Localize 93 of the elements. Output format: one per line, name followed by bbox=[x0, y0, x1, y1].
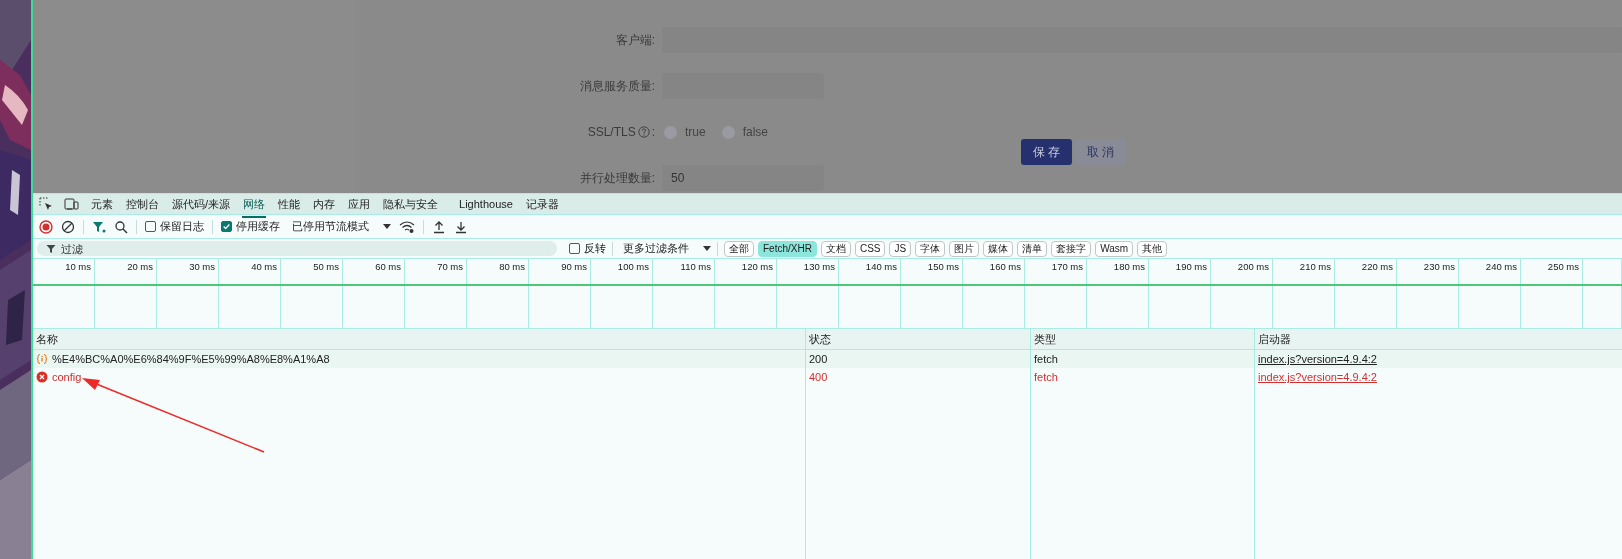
tick-label: 30 ms bbox=[189, 261, 215, 272]
tick-label: 10 ms bbox=[65, 261, 91, 272]
type-filter-chip[interactable]: 文档 bbox=[820, 240, 851, 257]
request-type: fetch bbox=[1034, 353, 1058, 365]
devtools-tab[interactable]: 隐私与安全 bbox=[382, 192, 440, 218]
type-filter-chip[interactable]: 媒体 bbox=[983, 240, 1014, 257]
initiator-link[interactable]: index.js?version=4.9.4:2 bbox=[1258, 371, 1377, 383]
tick-label: 110 ms bbox=[680, 261, 711, 272]
checkbox[interactable] bbox=[569, 243, 580, 254]
tick-label: 20 ms bbox=[127, 261, 153, 272]
type-filter-chip[interactable]: CSS bbox=[854, 240, 886, 257]
type-filter-chip[interactable]: Wasm bbox=[1095, 240, 1134, 257]
tick-label: 140 ms bbox=[865, 261, 897, 272]
caret-icon bbox=[703, 245, 711, 252]
caret-icon bbox=[383, 223, 391, 230]
status-code: 200 bbox=[809, 353, 828, 365]
search-icon[interactable] bbox=[114, 219, 128, 234]
tick-label: 70 ms bbox=[437, 261, 463, 272]
type-filter-chip[interactable]: 字体 bbox=[915, 240, 946, 257]
radio-label: true bbox=[685, 125, 706, 139]
field-label: : bbox=[651, 125, 655, 139]
devtools-tab[interactable]: 元素 bbox=[90, 192, 114, 218]
column-header[interactable]: 名称 bbox=[36, 331, 58, 347]
field-label: 并行处理数量: bbox=[579, 169, 655, 187]
more-filters-dropdown[interactable]: 更多过滤条件 bbox=[623, 241, 711, 256]
field-label: 消息服务质量: bbox=[579, 77, 655, 95]
radio-button[interactable] bbox=[721, 125, 735, 139]
checkbox-label: 停用缓存 bbox=[236, 219, 280, 234]
tick-label: 160 ms bbox=[989, 261, 1021, 272]
request-name[interactable]: %E4%BC%A0%E6%84%9F%E5%99%A8%E8%A1%A8 bbox=[52, 353, 330, 365]
tick-label: 130 ms bbox=[803, 261, 835, 272]
tick-label: 40 ms bbox=[251, 261, 277, 272]
tick-label: 100 ms bbox=[617, 261, 649, 272]
type-filter-chip[interactable]: 清单 bbox=[1017, 240, 1048, 257]
filter-field[interactable]: 过滤 bbox=[37, 241, 557, 256]
tick-label: 240 ms bbox=[1485, 261, 1517, 272]
tick-label: 220 ms bbox=[1361, 261, 1393, 272]
tick-label: 180 ms bbox=[1113, 261, 1145, 272]
radio-label: false bbox=[742, 125, 769, 139]
record-icon[interactable] bbox=[39, 219, 53, 234]
devtools-tab[interactable]: 记录器 bbox=[524, 192, 560, 218]
tick-label: 90 ms bbox=[561, 261, 587, 272]
tick-label: 80 ms bbox=[499, 261, 525, 272]
radio-button[interactable] bbox=[664, 125, 677, 139]
tick-label: 250 ms bbox=[1547, 261, 1579, 272]
type-filter-chip[interactable]: 全部 bbox=[724, 240, 754, 257]
tick-label: 150 ms bbox=[927, 261, 959, 272]
tick-label: 210 ms bbox=[1299, 261, 1331, 272]
tick-label: 60 ms bbox=[375, 261, 401, 272]
tick-label: 120 ms bbox=[741, 261, 773, 272]
devtools-tab[interactable]: 应用 bbox=[347, 192, 372, 218]
type-filter-chip[interactable]: 其他 bbox=[1137, 240, 1168, 257]
column-header[interactable]: 状态 bbox=[809, 331, 831, 347]
tick-label: 170 ms bbox=[1051, 261, 1083, 272]
help-icon[interactable] bbox=[637, 126, 650, 138]
column-header[interactable]: 类型 bbox=[1034, 331, 1056, 347]
checkbox-label: 反转 bbox=[584, 241, 606, 256]
field-label: SSL/TLS bbox=[587, 125, 636, 139]
request-type: fetch bbox=[1034, 371, 1058, 383]
checkbox[interactable] bbox=[221, 221, 232, 232]
type-filter-chip[interactable]: JS bbox=[889, 240, 912, 257]
column-header[interactable]: 启动器 bbox=[1258, 331, 1291, 347]
network-conditions-icon[interactable] bbox=[399, 219, 415, 234]
status-code: 400 bbox=[809, 371, 828, 383]
devtools-tab[interactable]: 控制台 bbox=[125, 192, 160, 218]
devtools-tab[interactable]: Lighthouse bbox=[458, 194, 514, 216]
filter-icon bbox=[46, 244, 56, 254]
type-filter-chip[interactable]: Fetch/XHR bbox=[758, 240, 817, 257]
type-filter-chip[interactable]: 图片 bbox=[949, 240, 980, 257]
save-button[interactable]: 保 存 bbox=[1021, 139, 1072, 165]
tick-label: 200 ms bbox=[1237, 261, 1269, 272]
clear-icon[interactable] bbox=[61, 219, 75, 234]
checkbox-label: 保留日志 bbox=[160, 219, 204, 234]
device-toolbar-icon[interactable] bbox=[64, 197, 79, 211]
initiator-link[interactable]: index.js?version=4.9.4:2 bbox=[1258, 353, 1377, 365]
throttling-dropdown[interactable]: 已停用节流模式 bbox=[292, 219, 391, 234]
tick-label: 50 ms bbox=[313, 261, 339, 272]
field-label: 客户端: bbox=[615, 31, 655, 49]
devtools-tab[interactable]: 网络 bbox=[242, 192, 267, 218]
inspect-icon[interactable] bbox=[39, 197, 53, 211]
upload-icon[interactable] bbox=[432, 219, 446, 234]
devtools-tab[interactable]: 性能 bbox=[277, 192, 302, 218]
devtools-tab[interactable]: 源代码/来源 bbox=[171, 192, 232, 218]
input-field[interactable]: 50 bbox=[662, 165, 824, 191]
download-icon[interactable] bbox=[454, 219, 468, 234]
type-filter-chip[interactable]: 套接字 bbox=[1051, 240, 1092, 257]
checkbox[interactable] bbox=[145, 221, 156, 232]
devtools-tab[interactable]: 内存 bbox=[312, 192, 337, 218]
cancel-button[interactable]: 取 消 bbox=[1075, 139, 1126, 165]
tick-label: 230 ms bbox=[1423, 261, 1455, 272]
filter-icon[interactable] bbox=[92, 219, 106, 234]
request-name[interactable]: config bbox=[52, 371, 82, 383]
tick-label: 190 ms bbox=[1175, 261, 1207, 272]
